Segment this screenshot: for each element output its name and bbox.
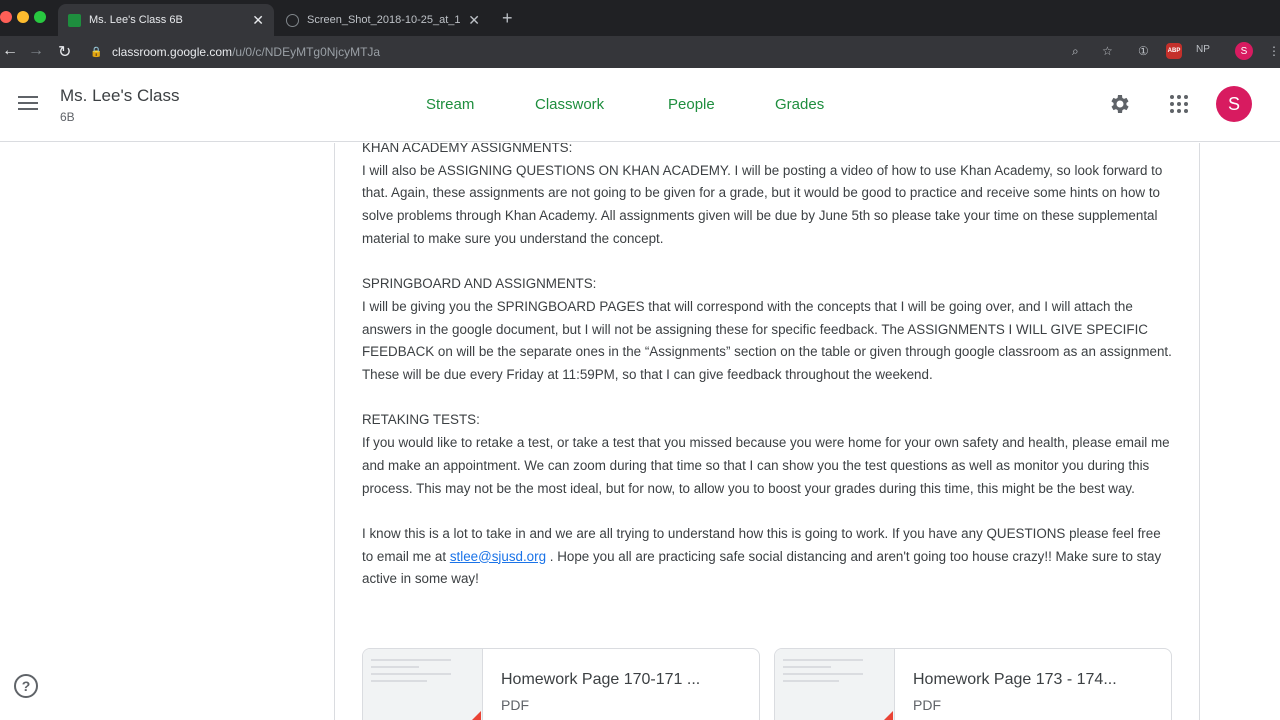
attachment-card[interactable]: Homework Page 173 - 174... PDF [774,648,1172,720]
tab-grades[interactable]: Grades [775,96,824,113]
pdf-icon [463,711,481,720]
hamburger-menu-icon[interactable] [18,96,38,110]
extension-icon[interactable]: ① [1138,44,1149,58]
window-minimize-button[interactable] [17,11,29,23]
url-path: /u/0/c/NDEyMTg0NjcyMTJa [232,45,381,59]
khan-heading: KHAN ACADEMY ASSIGNMENTS: [362,143,573,155]
retake-paragraph: If you would like to retake a test, or t… [362,435,1170,496]
classroom-header: Ms. Lee's Class 6B Stream Classwork Peop… [0,68,1280,142]
classroom-favicon-icon [68,13,81,27]
attachment-type: PDF [913,697,941,713]
url-host: classroom.google.com [112,45,233,59]
pdf-thumbnail [363,649,483,720]
window-close-button[interactable] [0,11,12,23]
attachment-title[interactable]: Homework Page 170-171 ... [501,671,700,689]
tab-title: Ms. Lee's Class 6B [89,14,183,26]
forward-arrow-icon[interactable]: → [28,42,44,60]
reload-icon[interactable]: ↻ [58,42,71,62]
class-title[interactable]: Ms. Lee's Class [60,86,179,106]
new-tab-button[interactable]: + [502,8,513,29]
lock-icon: 🔒 [90,46,103,58]
khan-paragraph: I will also be ASSIGNING QUESTIONS ON KH… [362,162,1163,246]
back-arrow-icon[interactable]: ← [2,42,18,60]
stream-content[interactable]: KHAN ACADEMY ASSIGNMENTS: I will also be… [0,143,1280,720]
browser-tab-screenshot[interactable]: Screen_Shot_2018-10-25_at_1 ✕ [276,4,490,36]
extension-np-icon[interactable]: NP [1196,44,1210,55]
attachment-card[interactable]: Homework Page 170-171 ... PDF [362,648,760,720]
springboard-paragraph: I will be giving you the SPRINGBOARD PAG… [362,298,1172,383]
address-bar[interactable]: 🔒 classroom.google.com /u/0/c/NDEyMTg0Nj… [90,40,1130,64]
window-zoom-button[interactable] [34,11,46,23]
settings-gear-icon[interactable] [1108,92,1132,116]
pdf-icon [875,711,893,720]
browser-menu-icon[interactable]: ⋮ [1268,44,1280,58]
zoom-search-icon[interactable]: ⌕ [1072,44,1079,59]
globe-favicon-icon [286,13,299,27]
retake-heading: RETAKING TESTS: [362,412,480,428]
tab-title: Screen_Shot_2018-10-25_at_1 [307,14,461,26]
class-section: 6B [60,110,75,124]
tab-people[interactable]: People [668,96,715,113]
browser-profile-avatar[interactable]: S [1235,42,1253,60]
tab-classwork[interactable]: Classwork [535,96,604,113]
browser-tab-classroom[interactable]: Ms. Lee's Class 6B ✕ [58,4,274,36]
email-link[interactable]: stlee@sjusd.org [450,549,546,564]
help-icon[interactable]: ? [14,674,38,698]
pdf-thumbnail [775,649,895,720]
browser-toolbar: ← → ↻ 🔒 classroom.google.com /u/0/c/NDEy… [0,36,1280,68]
google-apps-icon[interactable] [1170,95,1188,113]
adblock-icon[interactable]: ABP [1166,43,1182,59]
tab-close-icon[interactable]: ✕ [468,12,480,29]
attachment-title[interactable]: Homework Page 173 - 174... [913,671,1117,689]
browser-tab-bar: Ms. Lee's Class 6B ✕ Screen_Shot_2018-10… [0,0,1280,36]
announcement-body: KHAN ACADEMY ASSIGNMENTS: I will also be… [362,143,1172,614]
springboard-heading: SPRINGBOARD AND ASSIGNMENTS: [362,276,597,292]
bookmark-star-icon[interactable]: ☆ [1102,44,1113,58]
tab-stream[interactable]: Stream [426,96,474,113]
tab-close-icon[interactable]: ✕ [252,12,264,29]
attachment-type: PDF [501,697,529,713]
user-avatar[interactable]: S [1216,86,1252,122]
